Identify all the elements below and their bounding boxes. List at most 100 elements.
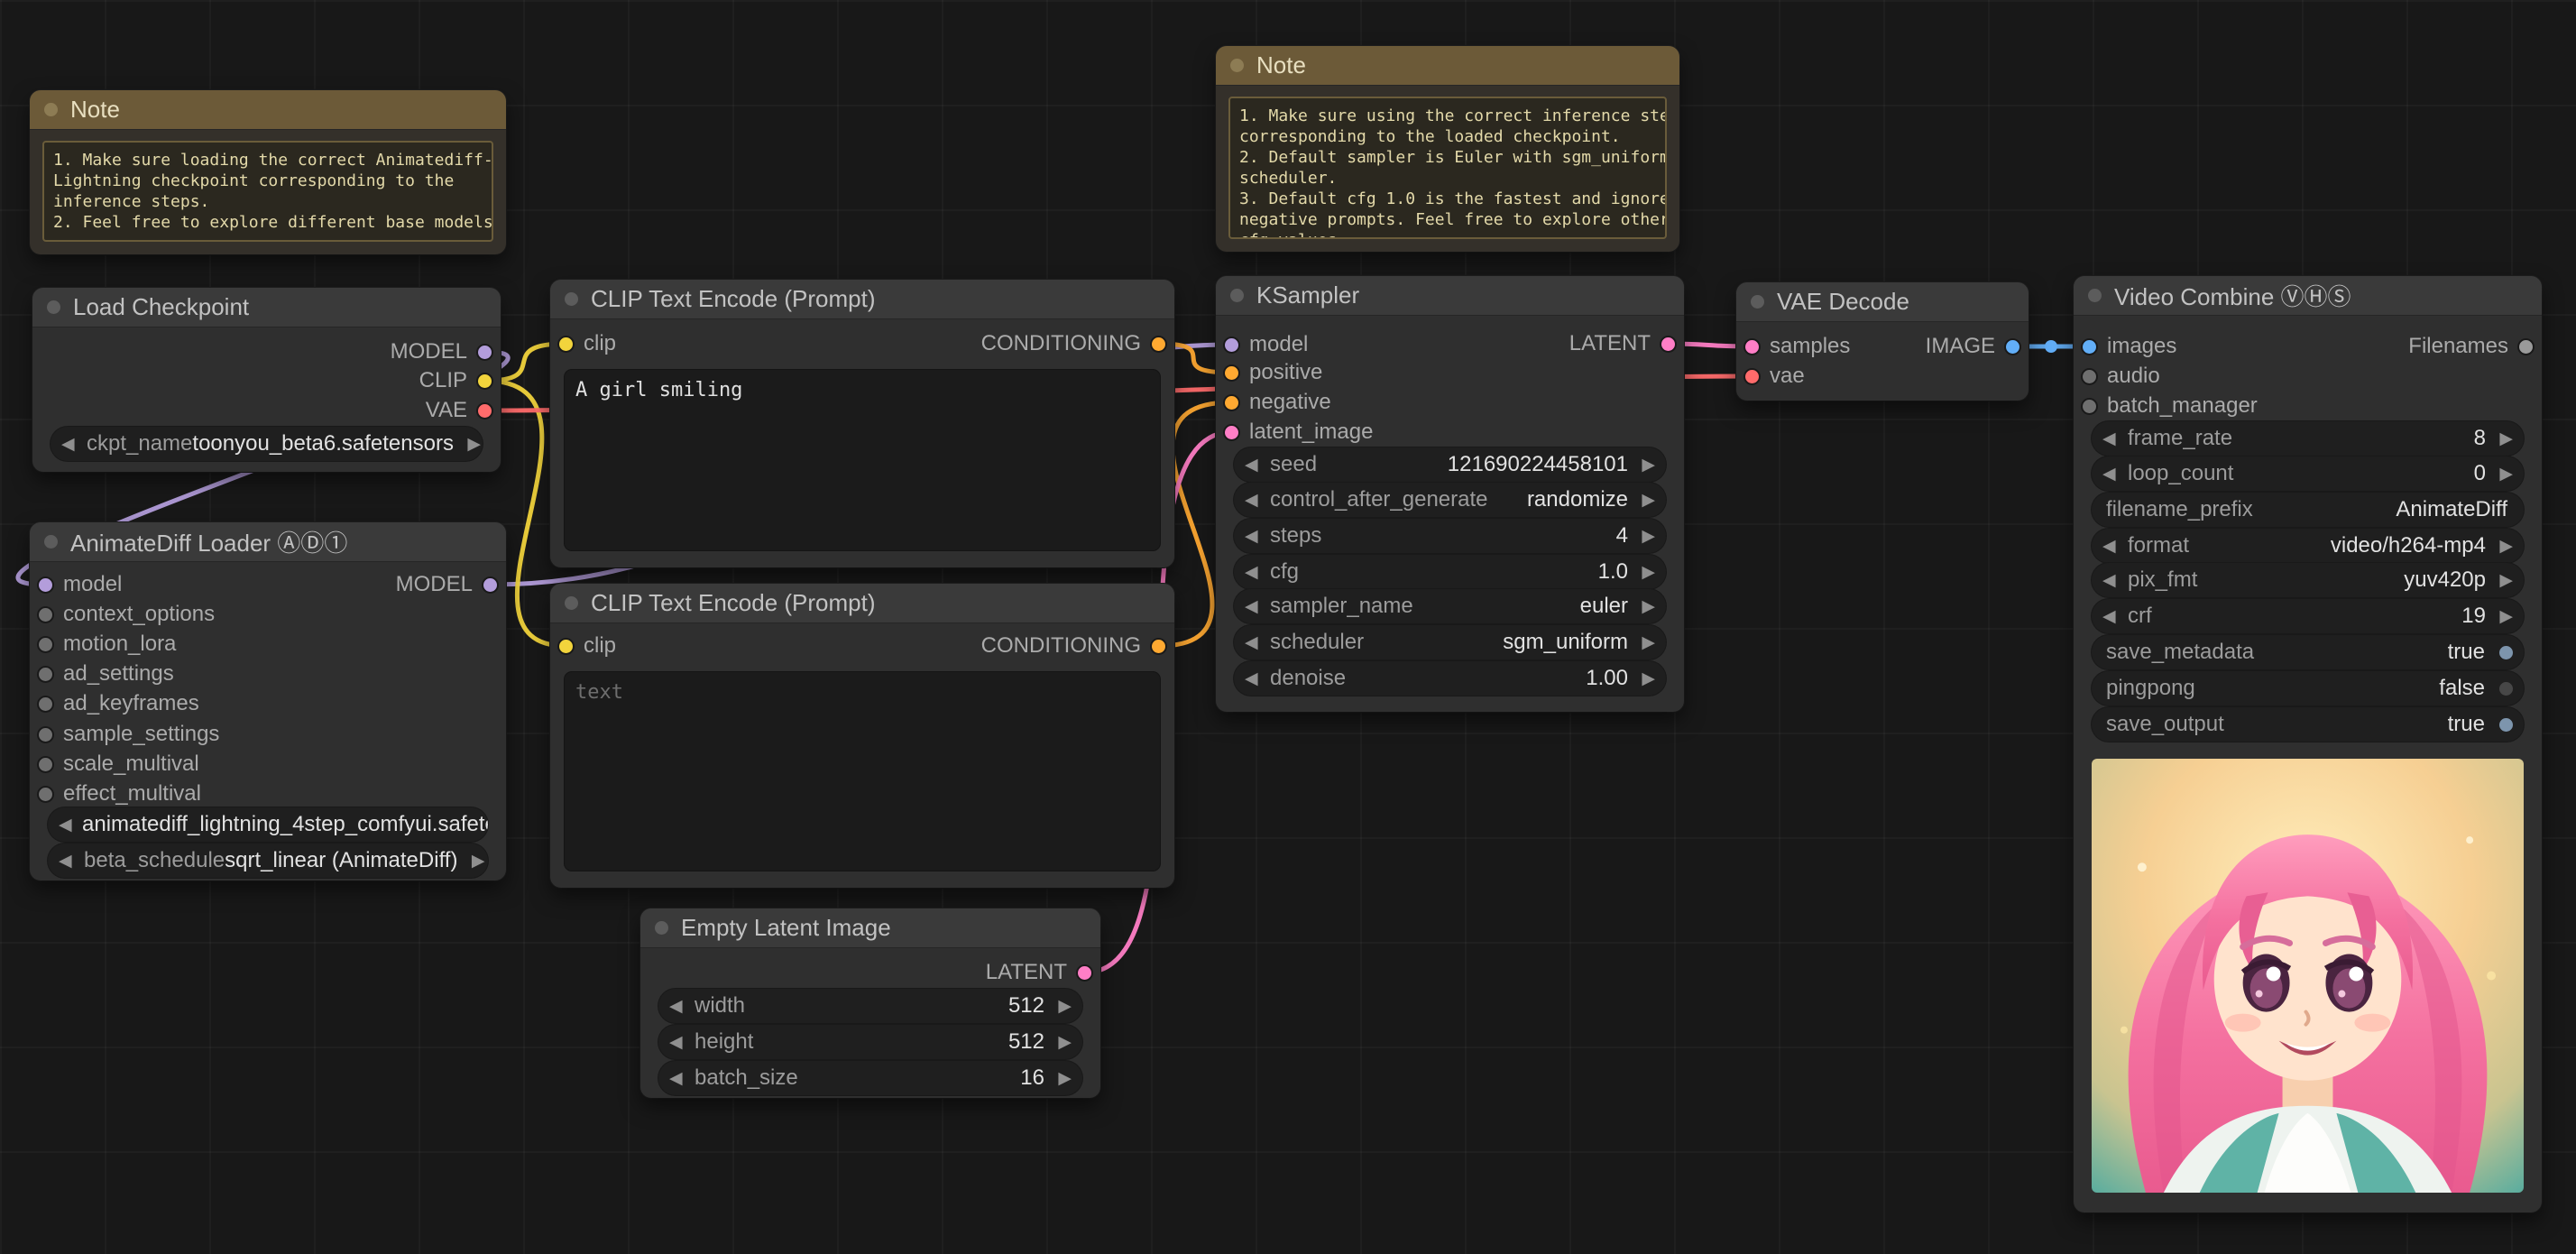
decrement-arrow-icon[interactable]: ◀ bbox=[61, 434, 83, 455]
collapse-dot[interactable] bbox=[1230, 289, 1244, 302]
node-title-bar[interactable]: KSampler bbox=[1216, 276, 1684, 316]
node-title-bar[interactable]: VAE Decode bbox=[1736, 282, 2029, 322]
beta-schedule-widget[interactable]: ◀ beta_schedule sqrt_linear (AnimateDiff… bbox=[48, 844, 488, 878]
increment-arrow-icon[interactable]: ▶ bbox=[1050, 1032, 1072, 1053]
vae-input-port[interactable]: vae bbox=[1745, 362, 1805, 391]
increment-arrow-icon[interactable]: ▶ bbox=[1050, 996, 1072, 1017]
port-dot[interactable] bbox=[39, 757, 52, 771]
pingpong-toggle[interactable]: pingpong false bbox=[2092, 671, 2524, 705]
model-port-dot[interactable] bbox=[483, 577, 497, 592]
image-port-dot[interactable] bbox=[2083, 339, 2096, 354]
batch-size-widget[interactable]: ◀ batch_size 16 ▶ bbox=[658, 1061, 1082, 1095]
clip-port-dot[interactable] bbox=[478, 373, 492, 388]
conditioning-port-dot[interactable] bbox=[1152, 337, 1165, 351]
seed-widget[interactable]: ◀ seed 121690224458101 ▶ bbox=[1234, 447, 1666, 482]
latent-port-dot[interactable] bbox=[1661, 337, 1675, 351]
decrement-arrow-icon[interactable]: ◀ bbox=[2102, 570, 2124, 591]
negative-input-port[interactable]: negative bbox=[1225, 388, 1331, 417]
loop-count-widget[interactable]: ◀ loop_count 0 ▶ bbox=[2092, 456, 2524, 491]
increment-arrow-icon[interactable]: ▶ bbox=[1633, 668, 1655, 689]
decrement-arrow-icon[interactable]: ◀ bbox=[2102, 536, 2124, 557]
conditioning-port-dot[interactable] bbox=[1152, 639, 1165, 653]
video-combine-node[interactable]: Video Combine ⓋⒽⓈ images audio batch_man… bbox=[2074, 276, 2542, 1213]
node-title-bar[interactable]: Load Checkpoint bbox=[32, 288, 501, 327]
toggle-knob[interactable] bbox=[2499, 645, 2513, 659]
effect-multival-input-port[interactable]: effect_multival bbox=[39, 779, 201, 808]
port-dot[interactable] bbox=[2083, 399, 2096, 413]
model-output-port[interactable]: MODEL bbox=[391, 337, 492, 366]
clip-text-encode-negative-node[interactable]: CLIP Text Encode (Prompt) clip CONDITION… bbox=[550, 584, 1174, 888]
conditioning-output-port[interactable]: CONDITIONING bbox=[981, 329, 1165, 358]
decrement-arrow-icon[interactable]: ◀ bbox=[669, 996, 691, 1017]
decrement-arrow-icon[interactable]: ◀ bbox=[59, 815, 80, 835]
sample-settings-input-port[interactable]: sample_settings bbox=[39, 720, 219, 749]
port-dot[interactable] bbox=[39, 787, 52, 801]
latent-port-dot[interactable] bbox=[1078, 965, 1091, 980]
note-node-1[interactable]: Note 1. Make sure loading the correct An… bbox=[30, 90, 506, 254]
filenames-output-port[interactable]: Filenames bbox=[2408, 332, 2533, 361]
model-port-dot[interactable] bbox=[478, 345, 492, 359]
decrement-arrow-icon[interactable]: ◀ bbox=[1245, 526, 1266, 547]
increment-arrow-icon[interactable]: ▶ bbox=[2491, 464, 2513, 484]
pix-fmt-widget[interactable]: ◀ pix_fmt yuv420p ▶ bbox=[2092, 563, 2524, 597]
positive-input-port[interactable]: positive bbox=[1225, 358, 1322, 387]
animatediff-loader-node[interactable]: AnimateDiff Loader ⒶⒹ① model context_opt… bbox=[30, 522, 506, 881]
width-widget[interactable]: ◀ width 512 ▶ bbox=[658, 989, 1082, 1023]
port-dot[interactable] bbox=[39, 607, 52, 622]
conditioning-output-port[interactable]: CONDITIONING bbox=[981, 632, 1165, 660]
prompt-textarea[interactable]: text bbox=[565, 672, 1160, 871]
frame-rate-widget[interactable]: ◀ frame_rate 8 ▶ bbox=[2092, 421, 2524, 456]
toggle-knob[interactable] bbox=[2499, 717, 2513, 732]
save-metadata-toggle[interactable]: save_metadata true bbox=[2092, 635, 2524, 669]
clip-text-encode-positive-node[interactable]: CLIP Text Encode (Prompt) clip CONDITION… bbox=[550, 280, 1174, 567]
model-output-port[interactable]: MODEL bbox=[396, 570, 497, 599]
increment-arrow-icon[interactable]: ▶ bbox=[2491, 570, 2513, 591]
node-title-bar[interactable]: Note bbox=[30, 90, 506, 130]
ksampler-node[interactable]: KSampler model positive negative latent_… bbox=[1216, 276, 1684, 712]
latent-output-port[interactable]: LATENT bbox=[986, 958, 1091, 987]
clip-port-dot[interactable] bbox=[559, 337, 573, 351]
clip-input-port[interactable]: clip bbox=[559, 329, 616, 358]
note-node-2[interactable]: Note 1. Make sure using the correct infe… bbox=[1216, 46, 1679, 252]
motion-model-widget[interactable]: ◀ animatediff_lightning_4step_comfyui.sa… bbox=[48, 807, 488, 842]
batch-manager-input-port[interactable]: batch_manager bbox=[2083, 392, 2258, 420]
ad-settings-input-port[interactable]: ad_settings bbox=[39, 659, 174, 688]
image-port-dot[interactable] bbox=[2006, 339, 2019, 354]
port-dot[interactable] bbox=[39, 696, 52, 711]
crf-widget[interactable]: ◀ crf 19 ▶ bbox=[2092, 599, 2524, 633]
control-after-generate-widget[interactable]: ◀ control_after_generate randomize ▶ bbox=[1234, 483, 1666, 517]
port-dot[interactable] bbox=[39, 637, 52, 651]
format-widget[interactable]: ◀ format video/h264-mp4 ▶ bbox=[2092, 529, 2524, 563]
node-title-bar[interactable]: Empty Latent Image bbox=[640, 908, 1100, 948]
save-output-toggle[interactable]: save_output true bbox=[2092, 707, 2524, 742]
filenames-port-dot[interactable] bbox=[2519, 339, 2533, 354]
collapse-dot[interactable] bbox=[44, 103, 58, 116]
note-text[interactable]: 1. Make sure using the correct inference… bbox=[1228, 97, 1667, 239]
increment-arrow-icon[interactable]: ▶ bbox=[2491, 606, 2513, 627]
decrement-arrow-icon[interactable]: ◀ bbox=[59, 851, 80, 871]
increment-arrow-icon[interactable]: ▶ bbox=[463, 851, 485, 871]
empty-latent-image-node[interactable]: Empty Latent Image LATENT ◀ width 512 ▶ … bbox=[640, 908, 1100, 1098]
clip-output-port[interactable]: CLIP bbox=[419, 366, 492, 395]
filename-prefix-widget[interactable]: filename_prefix AnimateDiff bbox=[2092, 493, 2524, 527]
port-dot[interactable] bbox=[2083, 369, 2096, 383]
node-title-bar[interactable]: Note bbox=[1216, 46, 1679, 86]
decrement-arrow-icon[interactable]: ◀ bbox=[2102, 464, 2124, 484]
decrement-arrow-icon[interactable]: ◀ bbox=[669, 1068, 691, 1089]
increment-arrow-icon[interactable]: ▶ bbox=[1633, 632, 1655, 653]
collapse-dot[interactable] bbox=[2088, 289, 2102, 302]
scheduler-widget[interactable]: ◀ scheduler sgm_uniform ▶ bbox=[1234, 625, 1666, 659]
toggle-knob[interactable] bbox=[2499, 681, 2513, 696]
model-port-dot[interactable] bbox=[39, 577, 52, 592]
image-output-port[interactable]: IMAGE bbox=[1926, 332, 2019, 361]
decrement-arrow-icon[interactable]: ◀ bbox=[1245, 668, 1266, 689]
collapse-dot[interactable] bbox=[565, 596, 578, 610]
decrement-arrow-icon[interactable]: ◀ bbox=[669, 1032, 691, 1053]
sampler-name-widget[interactable]: ◀ sampler_name euler ▶ bbox=[1234, 589, 1666, 623]
model-input-port[interactable]: model bbox=[39, 570, 122, 599]
vae-decode-node[interactable]: VAE Decode samples vae IMAGE bbox=[1736, 282, 2029, 401]
increment-arrow-icon[interactable]: ▶ bbox=[1633, 455, 1655, 475]
decrement-arrow-icon[interactable]: ◀ bbox=[1245, 632, 1266, 653]
scale-multival-input-port[interactable]: scale_multival bbox=[39, 750, 199, 779]
samples-input-port[interactable]: samples bbox=[1745, 332, 1850, 361]
